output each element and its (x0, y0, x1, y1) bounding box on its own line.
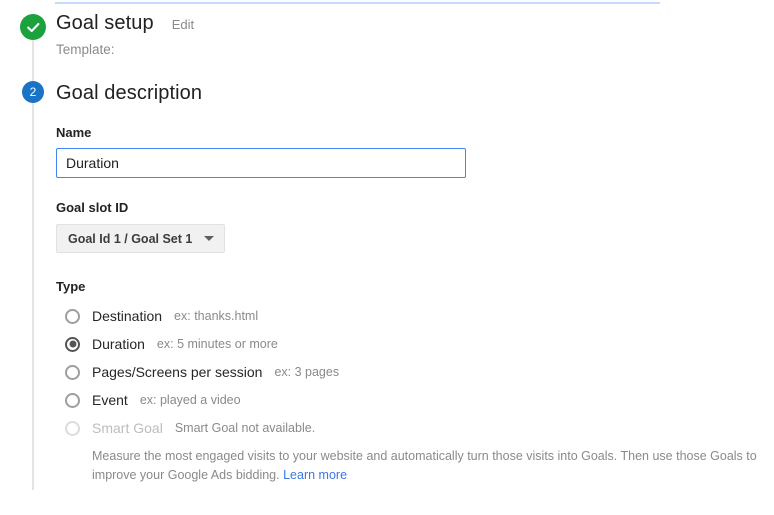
radio-icon-smart-goal (65, 420, 80, 436)
type-option-event[interactable]: Event ex: played a video (56, 386, 761, 414)
type-option-example: ex: 3 pages (274, 365, 340, 379)
type-option-example: ex: thanks.html (174, 309, 259, 323)
type-option-smart-goal: Smart Goal Smart Goal not available. (56, 414, 761, 442)
smart-goal-description-text: Measure the most engaged visits to your … (92, 449, 757, 483)
goal-setup-template-label: Template: (56, 42, 115, 57)
radio-icon-duration[interactable] (65, 336, 80, 352)
goal-slot-group: Goal slot ID Goal Id 1 / Goal Set 1 (56, 200, 761, 253)
step-2-number: 2 (29, 85, 37, 99)
type-option-destination[interactable]: Destination ex: thanks.html (56, 302, 761, 330)
goal-slot-selected-value: Goal Id 1 / Goal Set 1 (68, 231, 193, 246)
smart-goal-learn-more-link[interactable]: Learn more (283, 468, 347, 482)
type-option-label: Smart Goal (92, 420, 163, 436)
type-option-duration[interactable]: Duration ex: 5 minutes or more (56, 330, 761, 358)
type-option-label: Duration (92, 336, 145, 352)
type-option-label: Event (92, 392, 128, 408)
radio-icon-destination[interactable] (65, 308, 80, 324)
step-1-complete-badge (20, 14, 46, 40)
chevron-down-icon (204, 236, 215, 241)
goal-slot-dropdown[interactable]: Goal Id 1 / Goal Set 1 (56, 224, 226, 253)
goal-slot-label: Goal slot ID (56, 200, 129, 215)
step-2-number-badge: 2 (22, 81, 44, 103)
type-option-example: Smart Goal not available. (174, 421, 316, 435)
smart-goal-description: Measure the most engaged visits to your … (92, 447, 768, 486)
goal-name-input[interactable] (56, 148, 466, 178)
type-option-pages-screens-per-session[interactable]: Pages/Screens per session ex: 3 pages (56, 358, 761, 386)
check-icon (26, 20, 41, 35)
goal-description-section: Goal description Name Goal slot ID Goal … (56, 82, 761, 486)
type-option-label: Destination (92, 308, 163, 324)
goal-description-title: Goal description (56, 82, 203, 104)
goal-setup-title: Goal setup (56, 12, 154, 34)
type-label: Type (56, 279, 86, 294)
radio-icon-event[interactable] (65, 392, 80, 408)
type-group: Type Destination ex: thanks.html Duratio… (56, 279, 761, 486)
goal-setup-section: Goal setup Edit Template: (56, 12, 756, 57)
radio-icon-pages-screens-per-session[interactable] (65, 364, 80, 380)
top-divider (55, 2, 660, 4)
type-option-example: ex: played a video (139, 393, 241, 407)
name-label: Name (56, 125, 92, 140)
goal-setup-header-row: Goal setup Edit (56, 12, 756, 35)
type-option-label: Pages/Screens per session (92, 364, 263, 380)
type-option-example: ex: 5 minutes or more (156, 337, 278, 351)
goal-setup-edit-link[interactable]: Edit (172, 17, 194, 32)
